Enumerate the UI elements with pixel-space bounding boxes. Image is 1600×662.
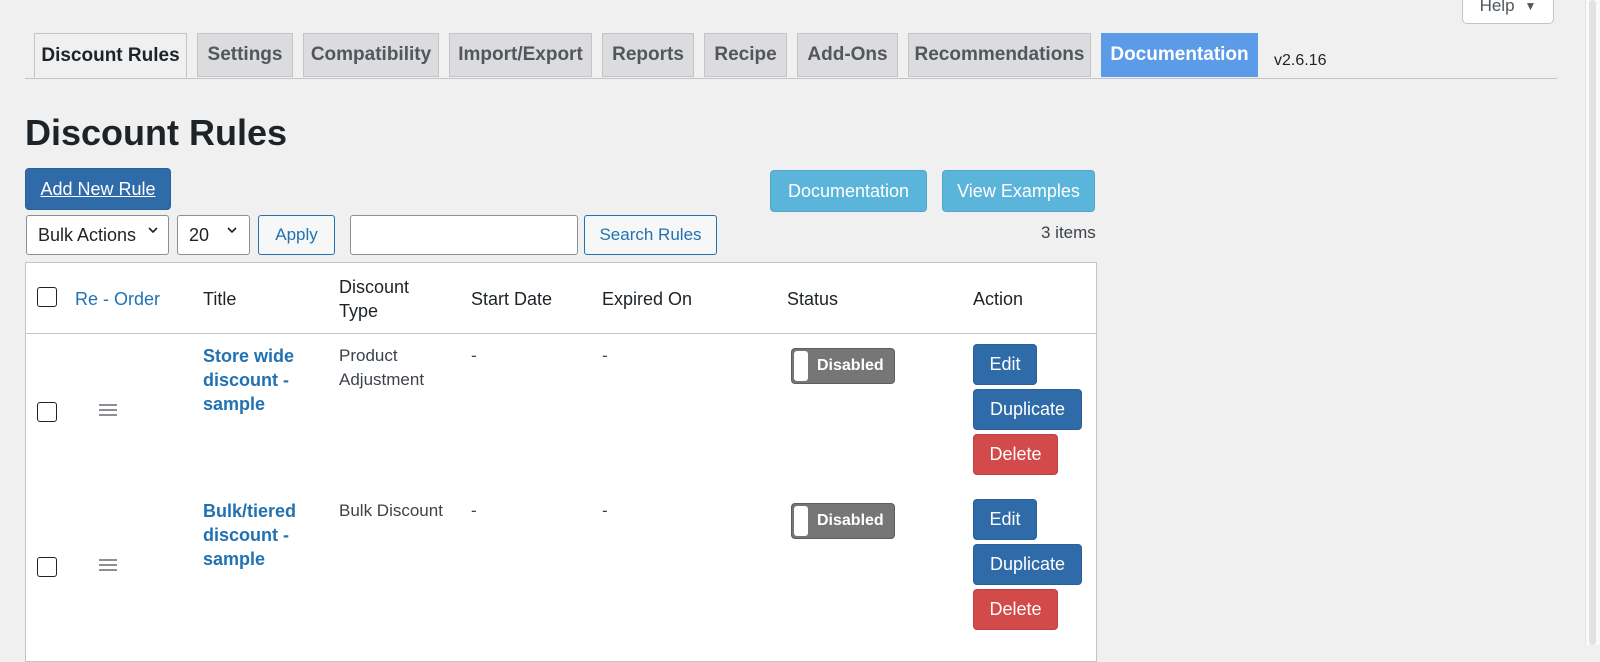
status-toggle[interactable]: Disabled	[791, 348, 895, 384]
caret-down-icon: ▼	[1524, 0, 1537, 13]
settings-tabs: Discount Rules Settings Compatibility Im…	[25, 33, 1557, 79]
table-row: Store wide discount - sample Product Adj…	[26, 334, 1096, 489]
tab-recommendations[interactable]: Recommendations	[908, 33, 1091, 77]
start-date: -	[471, 501, 477, 520]
tab-recipe[interactable]: Recipe	[704, 33, 787, 77]
help-button[interactable]: Help ▼	[1462, 0, 1554, 24]
status-toggle[interactable]: Disabled	[791, 503, 895, 539]
duplicate-button[interactable]: Duplicate	[973, 389, 1082, 430]
help-label: Help	[1479, 0, 1515, 15]
expired-on: -	[602, 346, 608, 365]
rule-title-link[interactable]: Bulk/tiered discount - sample	[203, 499, 313, 571]
tab-add-ons[interactable]: Add-Ons	[797, 33, 898, 77]
select-all-checkbox[interactable]	[37, 287, 57, 307]
search-input[interactable]	[350, 215, 578, 255]
scrollbar-thumb[interactable]	[1589, 0, 1596, 645]
status-label: Disabled	[817, 512, 884, 529]
table-row: Bulk/tiered discount - sample Bulk Disco…	[26, 489, 1096, 644]
bulk-actions-value: Bulk Actions	[38, 224, 137, 245]
per-page-value: 20	[189, 224, 210, 245]
table-header: Re - Order Title Discount Type Start Dat…	[26, 263, 1096, 334]
drag-handle-icon[interactable]	[99, 404, 117, 417]
apply-button[interactable]: Apply	[258, 215, 335, 255]
expired-on: -	[602, 501, 608, 520]
documentation-button[interactable]: Documentation	[770, 170, 927, 212]
tab-discount-rules[interactable]: Discount Rules	[34, 33, 187, 78]
action-column-header: Action	[973, 289, 1024, 309]
chevron-down-icon	[148, 227, 158, 234]
edit-button[interactable]: Edit	[973, 344, 1037, 385]
tab-import-export[interactable]: Import/Export	[449, 33, 592, 77]
tab-documentation[interactable]: Documentation	[1101, 33, 1258, 77]
rules-table: Re - Order Title Discount Type Start Dat…	[25, 262, 1097, 662]
status-label: Disabled	[817, 357, 884, 374]
discount-type-header-line2: Type	[339, 301, 379, 321]
toggle-knob	[794, 351, 808, 381]
chevron-down-icon	[227, 227, 237, 234]
delete-button[interactable]: Delete	[973, 589, 1058, 630]
duplicate-button[interactable]: Duplicate	[973, 544, 1082, 585]
expired-on-column-header: Expired On	[602, 289, 693, 309]
discount-type: Product Adjustment	[339, 346, 425, 389]
view-examples-button[interactable]: View Examples	[942, 170, 1095, 212]
status-column-header: Status	[787, 289, 839, 309]
items-count: 3 items	[1041, 223, 1096, 242]
page-title: Discount Rules	[25, 112, 288, 153]
search-rules-button[interactable]: Search Rules	[584, 215, 717, 255]
toggle-knob	[794, 506, 808, 536]
delete-button[interactable]: Delete	[973, 434, 1058, 475]
row-checkbox[interactable]	[37, 402, 57, 422]
title-column-header: Title	[203, 289, 237, 309]
reorder-column-header[interactable]: Re - Order	[75, 287, 160, 311]
per-page-select[interactable]: 20	[177, 215, 250, 255]
row-checkbox[interactable]	[37, 557, 57, 577]
discount-type-column-header: Discount Type	[339, 275, 409, 323]
plugin-version: v2.6.16	[1274, 52, 1327, 69]
edit-button[interactable]: Edit	[973, 499, 1037, 540]
add-new-rule-button[interactable]: Add New Rule	[25, 168, 171, 210]
discount-type-header-line1: Discount	[339, 277, 410, 297]
tab-settings[interactable]: Settings	[197, 33, 293, 77]
tab-reports[interactable]: Reports	[602, 33, 694, 77]
tab-compatibility[interactable]: Compatibility	[303, 33, 439, 77]
start-date: -	[471, 346, 477, 365]
drag-handle-icon[interactable]	[99, 559, 117, 572]
rule-title-link[interactable]: Store wide discount - sample	[203, 344, 313, 416]
vertical-scrollbar[interactable]	[1585, 0, 1600, 645]
discount-type: Bulk Discount	[339, 501, 443, 520]
bulk-actions-select[interactable]: Bulk Actions	[26, 215, 169, 255]
start-date-column-header: Start Date	[471, 289, 553, 309]
